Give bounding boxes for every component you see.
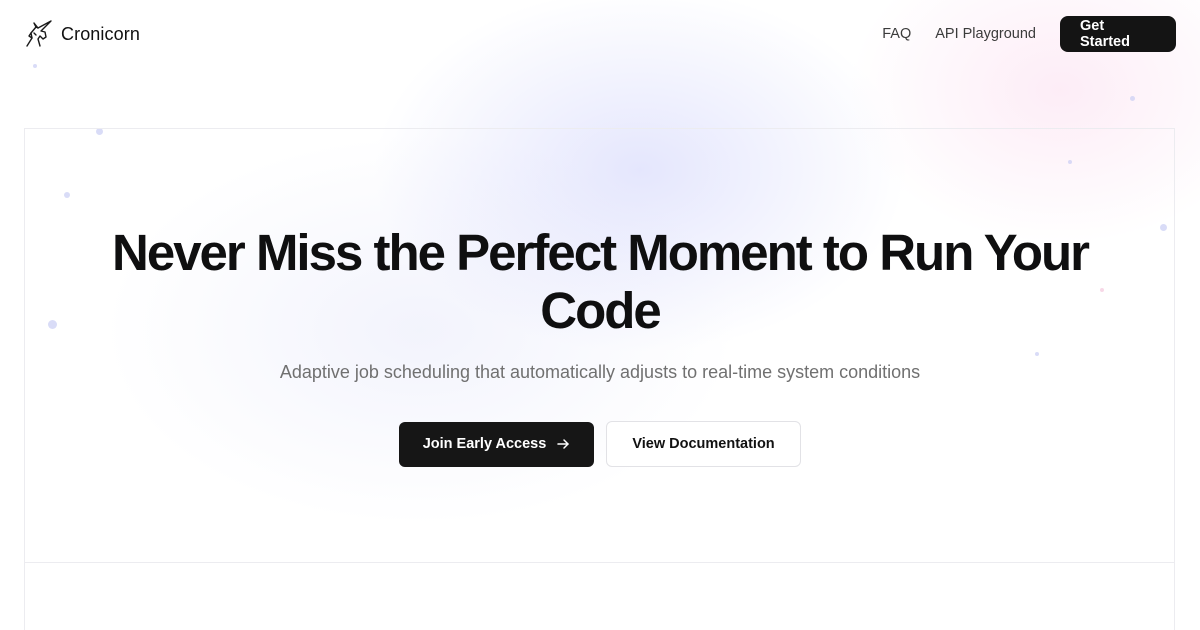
hero-title: Never Miss the Perfect Moment to Run You… [112,224,1090,339]
brand-logo-link[interactable]: Cronicorn [24,18,140,50]
unicorn-icon [24,19,54,49]
hero-subtitle: Adaptive job scheduling that automatical… [279,362,921,382]
brand-name: Cronicorn [61,23,140,44]
view-documentation-button[interactable]: View Documentation [606,421,801,467]
navbar: Cronicorn FAQ API Playground Get Started [0,0,1200,68]
join-early-access-label: Join Early Access [422,436,547,452]
hero-cta-row: Join Early Access View Documentation [399,421,801,467]
join-early-access-button[interactable]: Join Early Access [399,421,594,467]
decorative-dot [1130,96,1135,101]
nav-links: FAQ API Playground Get Started [882,16,1176,52]
next-section-frame [24,563,1175,630]
nav-link-api-playground[interactable]: API Playground [935,26,1036,42]
get-started-button[interactable]: Get Started [1060,16,1176,52]
nav-link-faq[interactable]: FAQ [882,26,911,42]
arrow-right-icon [556,437,570,451]
hero-section-frame [24,128,1175,563]
landing-page: Cronicorn FAQ API Playground Get Started… [0,0,1200,630]
